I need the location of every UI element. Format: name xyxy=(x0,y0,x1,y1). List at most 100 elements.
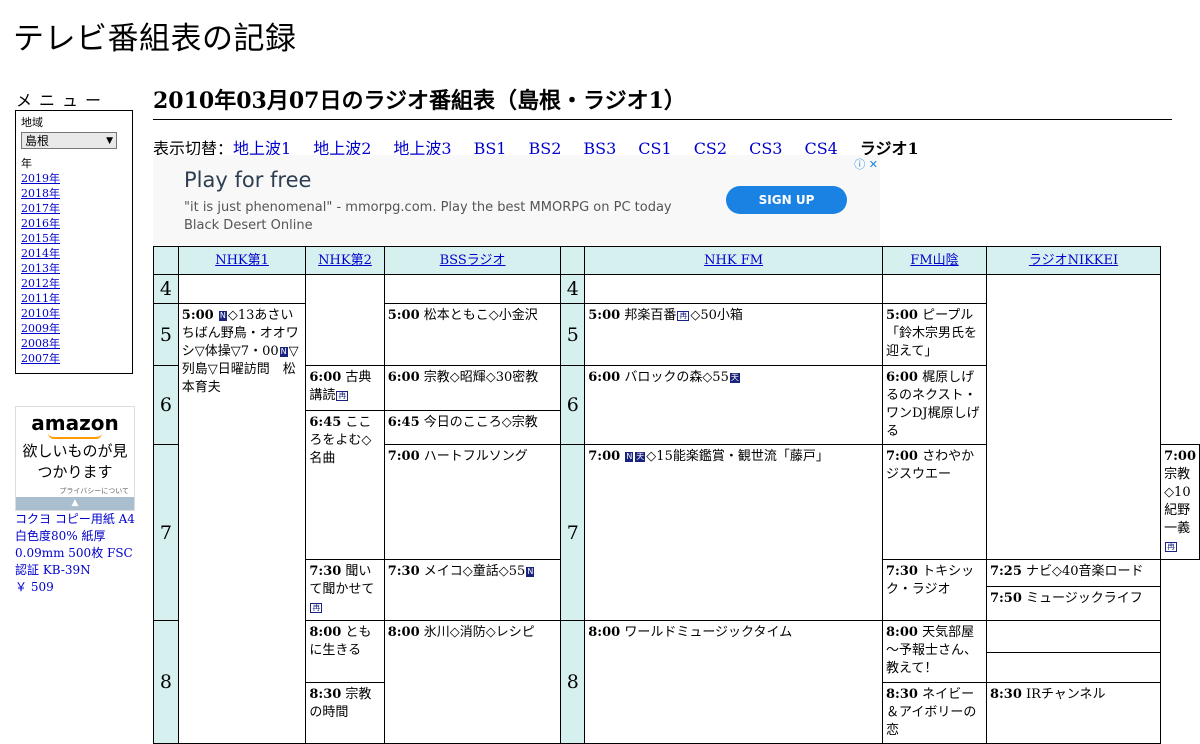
ad-info-close-icon[interactable]: ⓘ ✕ xyxy=(854,156,878,172)
amazon-ad[interactable]: amazon 欲しいものが見つかります プライバシーについて ▲ xyxy=(15,406,135,511)
program-cell[interactable]: 7:25 ナビ◇40音楽ロード xyxy=(987,561,1160,587)
program-cell[interactable]: 7:00 宗教◇10紀野一義再 xyxy=(1160,444,1200,560)
year-link[interactable]: 2013年 xyxy=(21,262,60,275)
program-time: 6:00 xyxy=(588,370,621,385)
channel-header-nhk1: NHK第1 xyxy=(177,246,307,275)
ad-title: Play for free xyxy=(184,168,312,192)
program-cell[interactable]: 5:00 邦楽百番再 ◇50小箱 xyxy=(584,303,883,366)
rerun-mark-icon: 再 xyxy=(677,311,690,321)
program-time: 7:00 xyxy=(886,449,918,464)
region-select[interactable]: 島根 ▼ xyxy=(21,132,117,149)
hour-cell: 6 xyxy=(560,365,586,445)
header-corner xyxy=(560,246,586,275)
program-time: 7:30 xyxy=(886,564,918,579)
program-cell[interactable]: 6:45 こころをよむ◇名曲 xyxy=(305,410,385,560)
program-time: 5:00 xyxy=(886,308,918,323)
year-link[interactable]: 2008年 xyxy=(21,337,60,350)
product-title[interactable]: コクヨ コピー用紙 A4 白色度80% 紙厚 0.09mm 500枚 FSC認証… xyxy=(15,511,137,579)
year-link[interactable]: 2019年 xyxy=(21,172,60,185)
program-cell-empty xyxy=(177,274,307,304)
program-cell[interactable]: 8:30 宗教の時間 xyxy=(305,682,385,744)
year-link[interactable]: 2016年 xyxy=(21,217,60,230)
channel-link-nhkfm[interactable]: NHK FM xyxy=(704,253,763,268)
program-time: 7:00 xyxy=(1164,449,1196,464)
program-cell[interactable]: 8:30 IRチャンネル xyxy=(985,682,1162,744)
hour-cell: 6 xyxy=(153,365,179,445)
program-cell[interactable]: 7:30 聞いて聞かせて再 xyxy=(305,559,385,621)
program-cell[interactable]: 7:50 ミュージックライフ xyxy=(987,587,1159,611)
program-title: バロックの森◇55 xyxy=(624,370,729,385)
channel-link-fmsanin[interactable]: FM山陰 xyxy=(910,253,958,268)
year-link[interactable]: 2014年 xyxy=(21,247,60,260)
year-link[interactable]: 2015年 xyxy=(21,232,60,245)
program-title: 宗教◇昭輝◇30密教 xyxy=(423,370,539,385)
year-list: 2019年 2018年 2017年 2016年 2015年 2014年 2013… xyxy=(21,171,127,366)
rerun-mark-icon: 再 xyxy=(336,391,349,401)
program-title: 松本ともこ◇小金沢 xyxy=(423,308,538,323)
hour-cell: 5 xyxy=(153,303,179,366)
rerun-mark-icon: 再 xyxy=(1165,542,1178,552)
year-link[interactable]: 2010年 xyxy=(21,307,60,320)
amazon-ad-scroll-bar[interactable]: ▲ xyxy=(16,497,134,510)
channel-header-bss: BSSラジオ xyxy=(383,246,562,275)
program-title: メイコ◇童話◇55 xyxy=(423,564,526,579)
program-cell[interactable]: 7:30 メイコ◇童話◇55 N xyxy=(383,559,562,621)
program-cell[interactable]: 5:00 ピープル「鈴木宗男氏を迎えて」 xyxy=(882,303,987,366)
hour-cell: 4 xyxy=(560,274,586,304)
channel-header-nikkei: ラジオNIKKEI xyxy=(985,246,1162,275)
product-link[interactable]: コクヨ コピー用紙 A4 白色度80% 紙厚 0.09mm 500枚 FSC認証… xyxy=(15,511,137,596)
news-mark-icon: N xyxy=(526,567,535,577)
program-cell[interactable]: 6:00 宗教◇昭輝◇30密教 xyxy=(383,365,562,411)
program-cell[interactable]: 8:00 氷川◇消防◇レシピ xyxy=(383,620,562,744)
program-time: 5:00 xyxy=(588,308,621,323)
program-cell-stack: 7:25 ナビ◇40音楽ロード 7:50 ミュージックライフ xyxy=(985,559,1162,621)
program-title: 邦楽百番 xyxy=(624,308,677,323)
program-cell[interactable]: 8:00 ワールドミュージックタイム xyxy=(584,620,883,744)
program-title: ナビ◇40音楽ロード xyxy=(1026,564,1144,579)
hour-cell: 4 xyxy=(153,274,179,304)
year-link[interactable]: 2009年 xyxy=(21,322,60,335)
program-cell[interactable]: 7:00 N 天 ◇15能楽鑑賞・観世流「藤戸」 xyxy=(584,444,883,621)
channel-link-nikkei[interactable]: ラジオNIKKEI xyxy=(1029,253,1118,268)
year-label: 年 xyxy=(21,157,32,170)
program-time: 7:50 xyxy=(989,591,1022,606)
year-link[interactable]: 2007年 xyxy=(21,352,60,365)
year-link[interactable]: 2018年 xyxy=(21,187,60,200)
product-price: ￥ 509 xyxy=(15,580,54,594)
channel-link-nhk1[interactable]: NHK第1 xyxy=(215,253,269,268)
program-time: 7:00 xyxy=(387,449,420,464)
program-cell[interactable]: 8:30 ネイビー＆アイボリーの恋 xyxy=(882,682,987,744)
program-cell[interactable]: 5:00 N ◇13あさいちばん野鳥・オオワシ▽体操▽7・00 N ▽列島▽日曜訪問 … xyxy=(177,303,307,744)
program-title: ◇15能楽鑑賞・観世流「藤戸」 xyxy=(646,449,829,464)
program-cell[interactable]: 6:00 梶原しげるのネクスト・ワンDJ梶原しげる xyxy=(882,365,987,445)
channel-link-bss[interactable]: BSSラジオ xyxy=(440,253,506,268)
program-cell-empty xyxy=(882,274,987,304)
year-link[interactable]: 2011年 xyxy=(21,292,60,305)
program-title: 今日のこころ◇宗教 xyxy=(423,415,538,430)
program-cell[interactable]: 6:00 バロックの森◇55 天 xyxy=(584,365,883,445)
program-cell[interactable]: 7:00 さわやかジスウエー xyxy=(882,444,987,560)
hour-cell: 8 xyxy=(560,620,586,744)
banner-ad[interactable]: ⓘ ✕ Play for free "it is just phenomenal… xyxy=(153,155,880,245)
program-cell[interactable]: 5:00 松本ともこ◇小金沢 xyxy=(383,303,562,366)
program-cell[interactable]: 7:30 トキシック・ラジオ xyxy=(882,559,987,621)
hour-cell: 5 xyxy=(560,303,586,366)
program-cell[interactable]: 7:00 ハートフルソング xyxy=(383,444,562,560)
menu-box: 地域 島根 ▼ 年 2019年 2018年 2017年 2016年 2015年 … xyxy=(15,110,133,374)
channel-header-nhkfm: NHK FM xyxy=(584,246,883,275)
channel-link-nhk2[interactable]: NHK第2 xyxy=(318,253,372,268)
program-cell[interactable]: 6:00 古典講読再 xyxy=(305,365,385,411)
year-link[interactable]: 2012年 xyxy=(21,277,60,290)
menu-heading: メニュー xyxy=(16,91,109,110)
page-heading: 2010年03月07日のラジオ番組表（島根・ラジオ1） xyxy=(153,83,1172,120)
program-time: 8:30 xyxy=(886,687,918,702)
year-link[interactable]: 2017年 xyxy=(21,202,60,215)
amazon-privacy-link[interactable]: プライバシーについて xyxy=(16,486,134,496)
program-time: 8:00 xyxy=(588,625,621,640)
program-cell[interactable]: 6:45 今日のこころ◇宗教 xyxy=(383,410,562,445)
program-time: 8:30 xyxy=(989,687,1022,702)
ad-signup-button[interactable]: SIGN UP xyxy=(726,186,847,214)
program-title: ワールドミュージックタイム xyxy=(624,625,793,640)
header-corner xyxy=(153,246,179,275)
program-time: 7:30 xyxy=(387,564,420,579)
